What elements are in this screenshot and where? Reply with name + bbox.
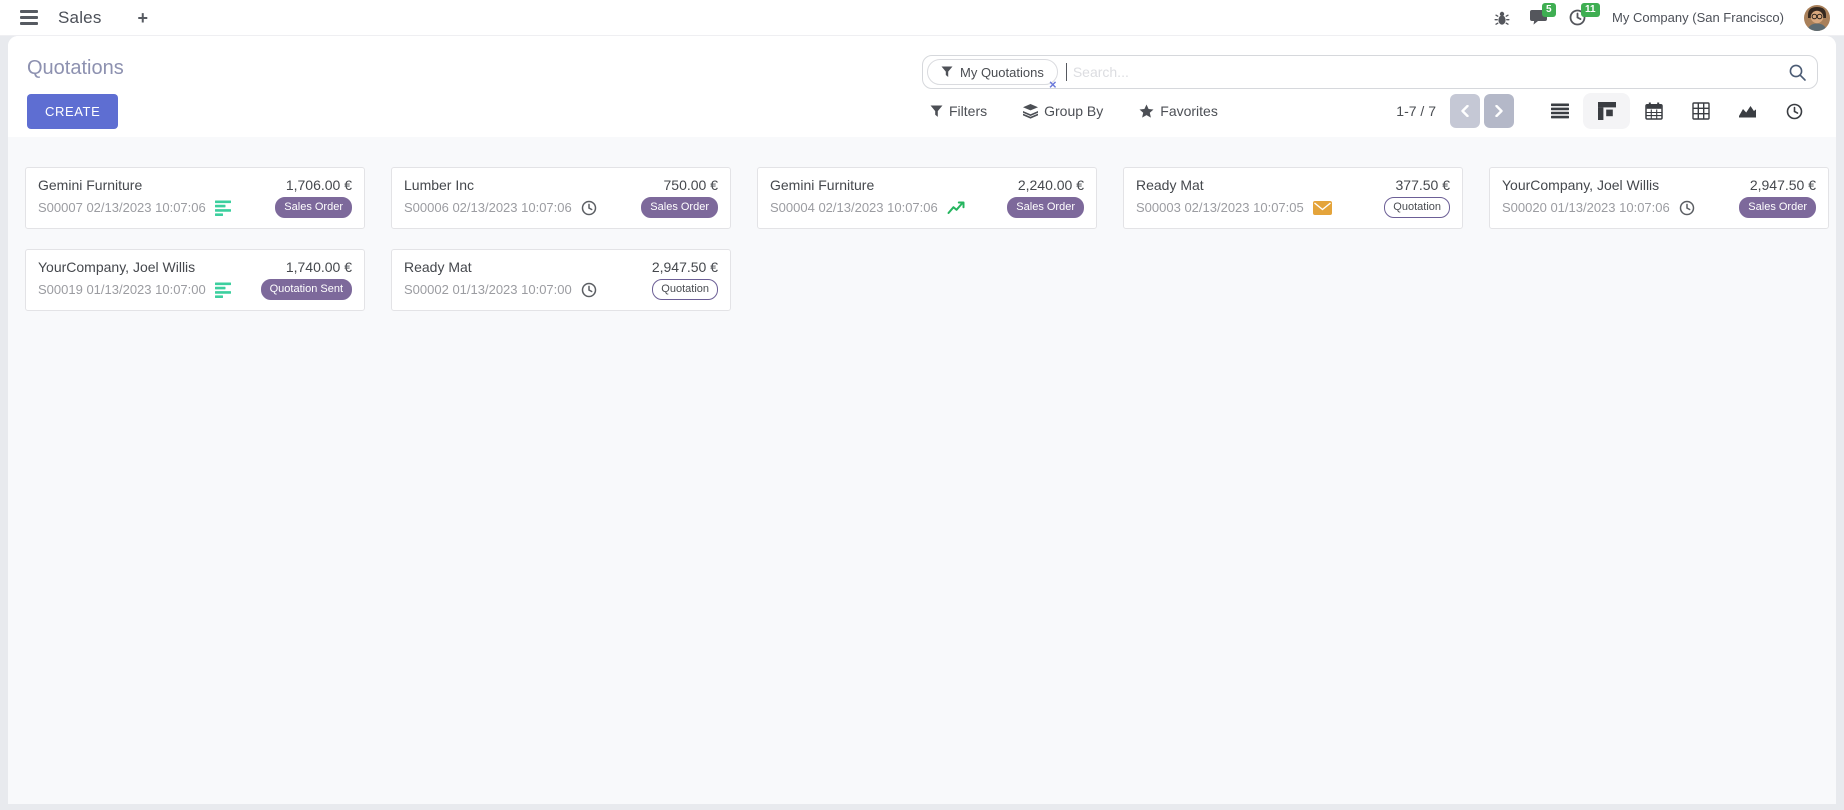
card-customer: Gemini Furniture: [770, 177, 874, 193]
card-reference: S00020: [1502, 200, 1547, 215]
activities-count-badge: 11: [1581, 3, 1600, 17]
user-avatar[interactable]: [1804, 5, 1830, 31]
card-datetime: 02/13/2023 10:07:06: [452, 200, 571, 215]
search-facet-label: My Quotations: [960, 65, 1044, 80]
status-badge: Quotation Sent: [261, 279, 352, 300]
status-badge: Quotation: [1384, 197, 1450, 218]
card-customer: Gemini Furniture: [38, 177, 142, 193]
clock-icon[interactable]: [1679, 200, 1695, 216]
quotation-card[interactable]: YourCompany, Joel Willis 1,740.00 € S000…: [25, 249, 365, 311]
activities-clock-icon[interactable]: 11: [1569, 9, 1586, 26]
card-amount: 1,740.00 €: [286, 259, 352, 275]
card-reference: S00007: [38, 200, 83, 215]
card-reference: S00004: [770, 200, 815, 215]
card-reference: S00006: [404, 200, 449, 215]
layers-icon: [1023, 104, 1038, 119]
app-name[interactable]: Sales: [58, 8, 102, 28]
quotation-card[interactable]: Ready Mat 377.50 € S00003 02/13/2023 10:…: [1123, 167, 1463, 229]
card-amount: 2,947.50 €: [1750, 177, 1816, 193]
status-badge: Sales Order: [1739, 197, 1816, 218]
card-datetime: 01/13/2023 10:07:00: [86, 282, 205, 297]
tasks-green-icon[interactable]: [215, 282, 232, 298]
hamburger-menu-icon[interactable]: [14, 6, 44, 29]
card-datetime: 02/13/2023 10:07:05: [1184, 200, 1303, 215]
view-switcher-activity[interactable]: [1771, 93, 1818, 129]
filter-funnel-icon: [930, 105, 943, 118]
view-switcher-pivot[interactable]: [1677, 93, 1724, 129]
card-customer: Ready Mat: [404, 259, 472, 275]
card-datetime: 01/13/2023 10:07:00: [452, 282, 571, 297]
search-icon: [1788, 63, 1807, 82]
quotation-card[interactable]: YourCompany, Joel Willis 2,947.50 € S000…: [1489, 167, 1829, 229]
view-switcher: [1536, 93, 1818, 129]
company-switcher[interactable]: My Company (San Francisco): [1612, 10, 1784, 25]
view-switcher-list[interactable]: [1536, 93, 1583, 129]
tasks-green-icon[interactable]: [215, 200, 232, 216]
messages-count-badge: 5: [1542, 3, 1556, 17]
card-amount: 377.50 €: [1396, 177, 1451, 193]
clock-icon[interactable]: [581, 282, 597, 298]
page-title: Quotations: [27, 57, 124, 80]
quotation-card[interactable]: Gemini Furniture 2,240.00 € S00004 02/13…: [757, 167, 1097, 229]
card-reference: S00002: [404, 282, 449, 297]
group-by-menu[interactable]: Group By: [1023, 103, 1103, 119]
create-button[interactable]: CREATE: [27, 94, 118, 129]
control-panel: Quotations My Quotations × C: [8, 36, 1836, 137]
trend-up-icon[interactable]: [947, 200, 967, 215]
main-view: Quotations My Quotations × C: [8, 36, 1836, 804]
view-switcher-kanban[interactable]: [1583, 93, 1630, 129]
card-amount: 1,706.00 €: [286, 177, 352, 193]
favorites-menu[interactable]: Favorites: [1139, 103, 1218, 119]
search-bar: My Quotations ×: [922, 55, 1818, 89]
card-amount: 2,947.50 €: [652, 259, 718, 275]
status-badge: Sales Order: [1007, 197, 1084, 218]
card-customer: Lumber Inc: [404, 177, 474, 193]
card-amount: 750.00 €: [664, 177, 719, 193]
card-reference: S00019: [38, 282, 83, 297]
pager-range: 1-7 / 7: [1396, 103, 1436, 119]
favorites-label: Favorites: [1160, 103, 1218, 119]
debug-bug-icon[interactable]: [1494, 10, 1510, 26]
envelope-icon[interactable]: [1313, 201, 1332, 215]
pager-next-button[interactable]: [1484, 94, 1514, 128]
view-switcher-graph[interactable]: [1724, 93, 1771, 129]
filters-menu[interactable]: Filters: [930, 103, 987, 119]
card-customer: Ready Mat: [1136, 177, 1204, 193]
card-customer: YourCompany, Joel Willis: [1502, 177, 1659, 193]
quotation-card[interactable]: Gemini Furniture 1,706.00 € S00007 02/13…: [25, 167, 365, 229]
quotation-card[interactable]: Ready Mat 2,947.50 € S00002 01/13/2023 1…: [391, 249, 731, 311]
facet-remove-icon[interactable]: ×: [1049, 78, 1057, 91]
star-icon: [1139, 104, 1154, 119]
search-input[interactable]: [1067, 64, 1788, 80]
card-datetime: 02/13/2023 10:07:06: [818, 200, 937, 215]
view-switcher-calendar[interactable]: [1630, 93, 1677, 129]
filter-funnel-icon: [941, 66, 953, 78]
card-customer: YourCompany, Joel Willis: [38, 259, 195, 275]
status-badge: Sales Order: [641, 197, 718, 218]
filters-label: Filters: [949, 103, 987, 119]
kanban-view: Gemini Furniture 1,706.00 € S00007 02/13…: [8, 137, 1836, 804]
add-tab-icon[interactable]: +: [138, 9, 149, 27]
search-facet-my-quotations[interactable]: My Quotations: [927, 59, 1058, 85]
card-datetime: 01/13/2023 10:07:06: [1550, 200, 1669, 215]
top-navbar: Sales + 5 11 My Compa: [0, 0, 1844, 36]
status-badge: Sales Order: [275, 197, 352, 218]
pager-previous-button[interactable]: [1450, 94, 1480, 128]
quotation-card[interactable]: Lumber Inc 750.00 € S00006 02/13/2023 10…: [391, 167, 731, 229]
group-by-label: Group By: [1044, 103, 1103, 119]
status-badge: Quotation: [652, 279, 718, 300]
messages-icon[interactable]: 5: [1530, 9, 1549, 26]
clock-icon[interactable]: [581, 200, 597, 216]
card-datetime: 02/13/2023 10:07:06: [86, 200, 205, 215]
card-amount: 2,240.00 €: [1018, 177, 1084, 193]
card-reference: S00003: [1136, 200, 1181, 215]
